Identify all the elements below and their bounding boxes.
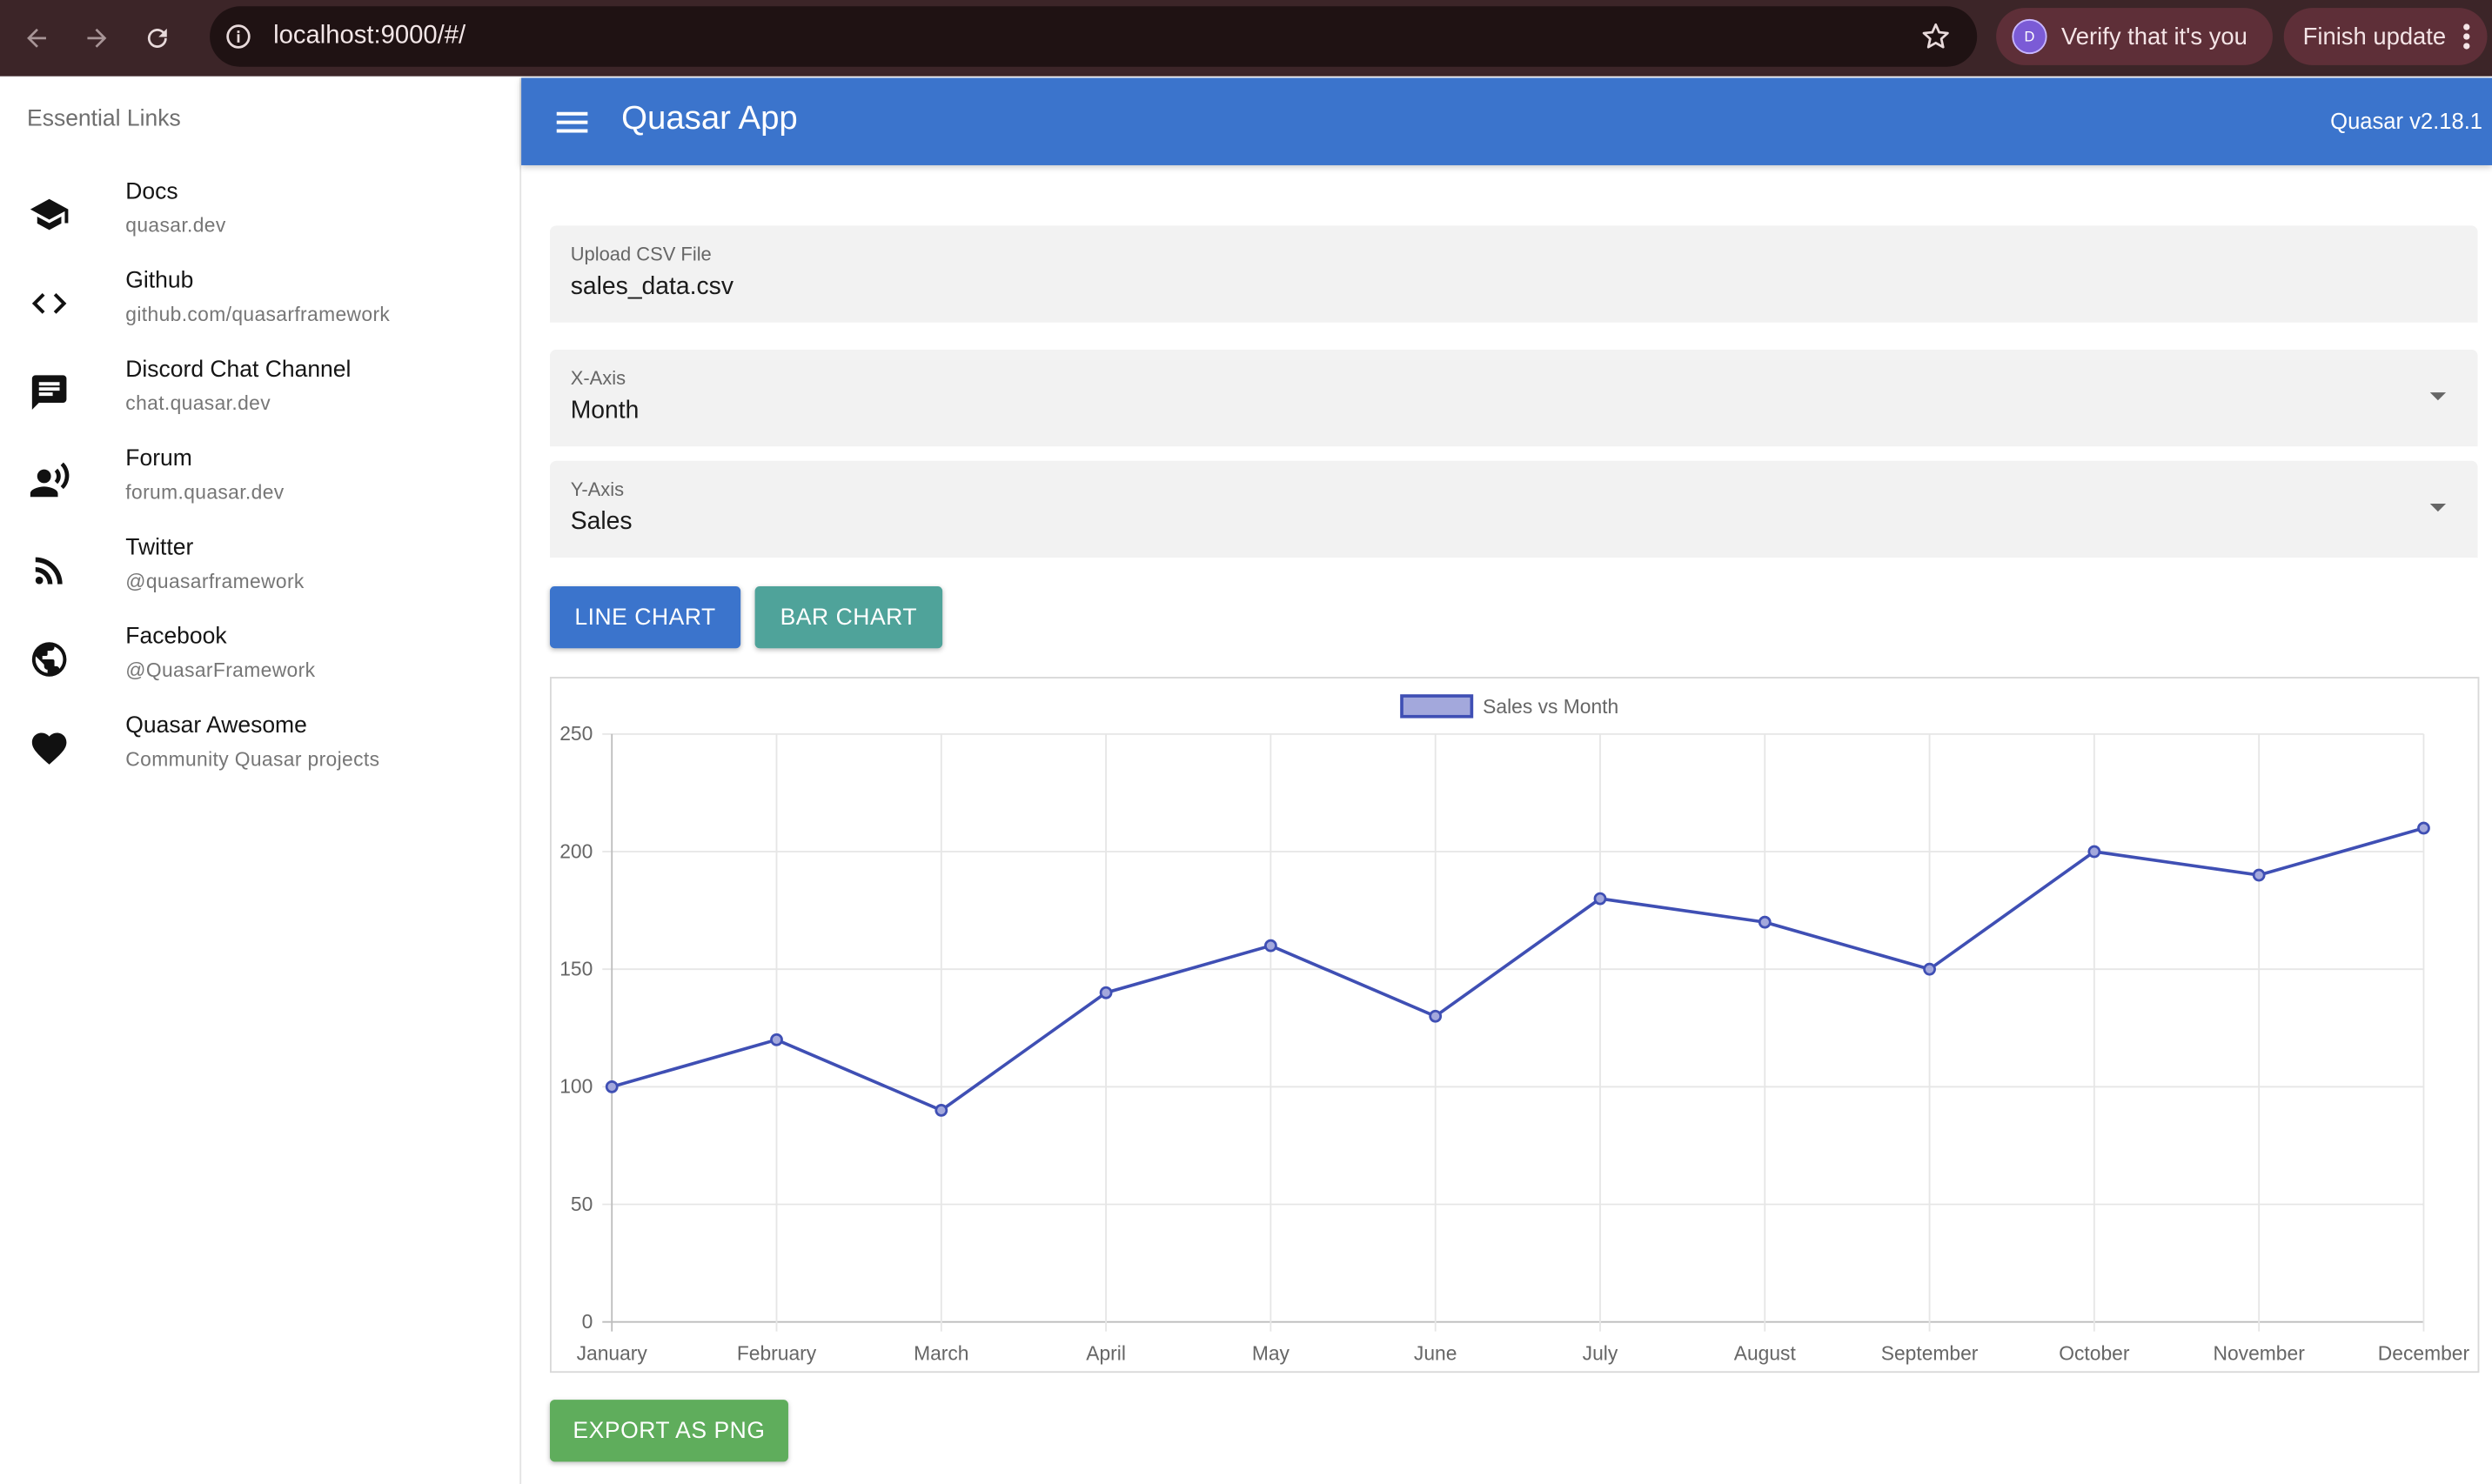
address-bar[interactable]: localhost:9000/#/	[210, 6, 1978, 67]
data-point	[934, 1103, 948, 1117]
link-caption: @QuasarFramework	[125, 659, 316, 682]
y-axis-value[interactable]: Sales	[571, 508, 633, 537]
data-point	[1593, 892, 1607, 906]
csv-upload-value[interactable]: sales_data.csv	[571, 273, 734, 302]
x-tick-label: January	[577, 1342, 648, 1365]
favorite-icon	[29, 728, 67, 766]
x-tick-label: March	[914, 1342, 968, 1365]
y-tick-label: 250	[559, 722, 593, 745]
x-tick-label: December	[2378, 1342, 2470, 1365]
link-caption: Community Quasar projects	[125, 748, 380, 771]
verify-identity-button[interactable]: D Verify that it's you	[1996, 8, 2273, 65]
data-point	[1923, 962, 1936, 976]
link-quasar-awesome[interactable]: Quasar Awesome Community Quasar projects	[0, 707, 519, 796]
url-text[interactable]: localhost:9000/#/	[273, 23, 466, 51]
chat-icon	[29, 371, 67, 410]
public-icon	[29, 638, 67, 677]
data-point	[2252, 868, 2266, 882]
legend-label: Sales vs Month	[1483, 695, 1618, 718]
drawer-header: Essential Links	[27, 106, 181, 132]
dropdown-arrow-icon[interactable]	[2429, 504, 2447, 512]
site-info-icon[interactable]	[223, 21, 255, 53]
x-tick-label: October	[2059, 1342, 2130, 1365]
link-docs[interactable]: Docs quasar.dev	[0, 173, 519, 262]
app-header: Quasar App Quasar v2.18.1	[521, 77, 2492, 165]
link-title: Forum	[125, 446, 192, 472]
navigation-drawer: Essential Links Docs quasar.dev Github g…	[0, 77, 522, 1484]
y-tick-label: 200	[559, 839, 593, 862]
dropdown-arrow-icon[interactable]	[2429, 392, 2447, 401]
record-voice-icon	[29, 461, 70, 499]
link-title: Docs	[125, 179, 178, 205]
csv-upload-label: Upload CSV File	[570, 243, 712, 266]
code-icon	[29, 283, 67, 321]
x-tick-label: November	[2214, 1342, 2306, 1365]
bookmark-star-icon[interactable]	[1919, 21, 1952, 61]
link-caption: @quasarframework	[125, 570, 305, 593]
data-point	[1263, 939, 1277, 953]
data-point	[1758, 915, 1772, 929]
x-axis-label: X-Axis	[570, 366, 626, 390]
x-tick-label: September	[1881, 1342, 1979, 1365]
link-title: Facebook	[125, 624, 227, 651]
school-icon	[29, 194, 69, 232]
x-axis-value[interactable]: Month	[571, 398, 640, 426]
data-point	[1099, 986, 1113, 999]
csv-upload-field[interactable]: Upload CSV File sales_data.csv	[549, 225, 2478, 323]
app-title: Quasar App	[621, 100, 798, 137]
y-axis-select[interactable]: Y-Axis Sales	[549, 460, 2478, 558]
data-point	[2087, 845, 2101, 859]
x-tick-label: February	[737, 1342, 817, 1365]
browser-toolbar: localhost:9000/#/ D Verify that it's you…	[0, 0, 2492, 77]
link-discord[interactable]: Discord Chat Channel chat.quasar.dev	[0, 351, 519, 440]
link-forum[interactable]: Forum forum.quasar.dev	[0, 440, 519, 529]
export-png-button[interactable]: EXPORT AS PNG	[549, 1400, 788, 1462]
forward-icon[interactable]	[73, 14, 121, 62]
link-caption: forum.quasar.dev	[125, 481, 285, 505]
legend-swatch	[1400, 694, 1474, 719]
more-vert-icon[interactable]	[2462, 23, 2471, 51]
back-icon[interactable]	[13, 14, 61, 62]
menu-icon[interactable]	[552, 102, 593, 143]
profile-avatar: D	[2012, 18, 2047, 55]
x-axis-select[interactable]: X-Axis Month	[549, 349, 2478, 447]
link-title: Discord Chat Channel	[125, 357, 352, 384]
finish-update-button[interactable]: Finish update	[2283, 8, 2488, 65]
rss-feed-icon	[29, 550, 67, 588]
y-tick-label: 100	[559, 1075, 593, 1098]
x-tick-label: June	[1414, 1342, 1457, 1365]
link-caption: chat.quasar.dev	[125, 392, 271, 415]
link-title: Github	[125, 268, 194, 294]
x-tick-label: July	[1583, 1342, 1618, 1365]
finish-update-label: Finish update	[2302, 23, 2447, 50]
x-tick-label: April	[1086, 1342, 1126, 1365]
link-facebook[interactable]: Facebook @QuasarFramework	[0, 618, 519, 707]
data-point	[2417, 821, 2430, 835]
data-point	[770, 1033, 783, 1046]
y-axis-label: Y-Axis	[570, 478, 625, 501]
chart-container: 0 50 100 150 200 250 January February March April…	[549, 677, 2480, 1374]
data-point	[1429, 1009, 1443, 1023]
line-chart-button[interactable]: LINE CHART	[549, 585, 741, 649]
bar-chart-button[interactable]: BAR CHART	[754, 585, 943, 649]
link-caption: quasar.dev	[125, 214, 226, 237]
x-tick-label: May	[1252, 1342, 1290, 1365]
data-point	[605, 1080, 619, 1093]
link-github[interactable]: Github github.com/quasarframework	[0, 262, 519, 351]
link-caption: github.com/quasarframework	[125, 303, 391, 326]
verify-label: Verify that it's you	[2061, 23, 2247, 50]
line-chart: 0 50 100 150 200 250 January February March April…	[559, 694, 2470, 1365]
app-version: Quasar v2.18.1	[2330, 108, 2483, 134]
reload-icon[interactable]	[133, 14, 181, 62]
x-tick-label: August	[1734, 1342, 1797, 1365]
y-tick-label: 150	[559, 957, 593, 979]
y-tick-label: 50	[571, 1193, 593, 1215]
y-tick-label: 0	[582, 1310, 593, 1333]
link-twitter[interactable]: Twitter @quasarframework	[0, 529, 519, 618]
link-title: Twitter	[125, 535, 194, 561]
link-title: Quasar Awesome	[125, 713, 307, 739]
